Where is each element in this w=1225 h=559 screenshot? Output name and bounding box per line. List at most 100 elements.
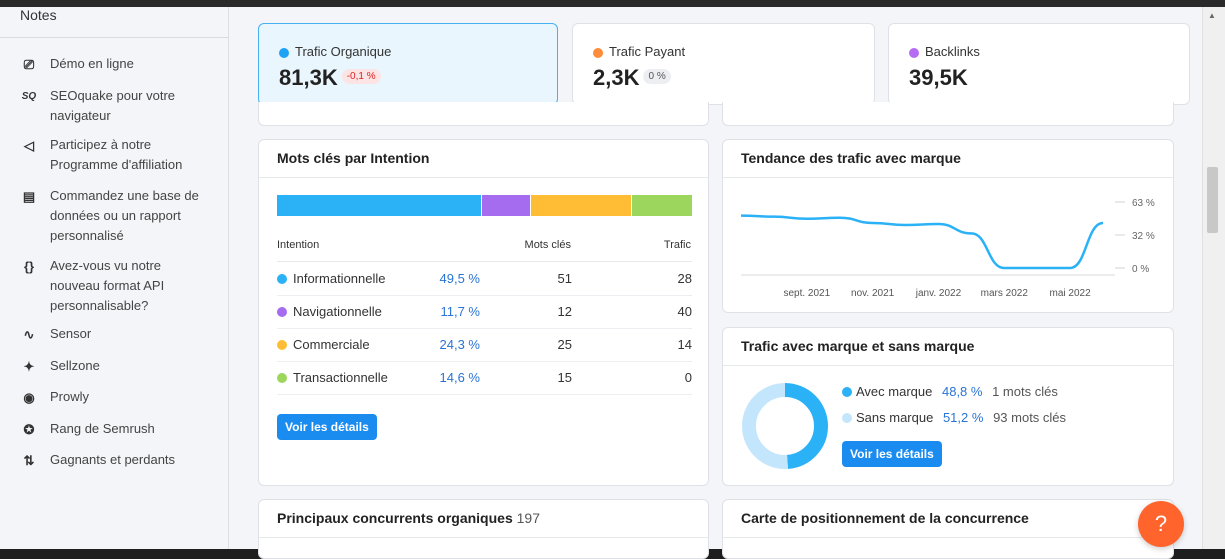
branded-split-card: Trafic avec marque et sans marque Avec m…: [722, 327, 1174, 486]
scroll-up-arrow-icon[interactable]: ▲: [1208, 11, 1216, 20]
table-row: Informationnelle 49,5 % 51 28: [277, 262, 692, 296]
metric-value: 2,3K: [593, 65, 640, 90]
seoquake-icon: SQ: [21, 91, 37, 102]
trend-series-line[interactable]: [740, 214, 1104, 270]
sidebar-notes-heading[interactable]: Notes: [20, 7, 57, 23]
sensor-icon: ∿: [23, 327, 35, 342]
positioning-card-title: Carte de positionnement de la concurrenc…: [741, 510, 1029, 526]
intent-traffic: 28: [677, 271, 692, 286]
legend-item-nonbranded: Sans marque 51,2 % 93 mots clés: [842, 410, 1066, 425]
intent-percent[interactable]: 14,6 %: [440, 370, 480, 385]
sidebar-divider: [0, 37, 228, 38]
x-tick-label: mars 2022: [981, 288, 1029, 299]
intent-name: Navigationnelle: [277, 304, 382, 319]
intent-keywords[interactable]: 25: [558, 337, 572, 352]
intent-keywords[interactable]: 12: [558, 304, 572, 319]
trend-line-chart: 63 % 32 % 0 % sept. 2021 nov. 2021 janv. 2022…: [740, 198, 1155, 299]
metric-value: 39,5K: [909, 65, 968, 90]
intent-bar-segment[interactable]: [631, 195, 692, 216]
positioning-card: Carte de positionnement de la concurrenc…: [722, 499, 1174, 559]
metric-card-paid-traffic[interactable]: Trafic Payant 2,3K 0 %: [572, 23, 875, 105]
sidebar: Notes ⎚ Démo en ligne SQ SEOquake pour votr…: [0, 7, 229, 549]
intent-details-button[interactable]: Voir les détails: [277, 414, 377, 440]
intent-keywords[interactable]: 51: [558, 271, 572, 286]
metric-label: Trafic Payant: [609, 44, 686, 59]
report-icon: ▤: [22, 189, 36, 204]
intent-card-title: Mots clés par Intention: [277, 150, 430, 166]
intent-dot-icon: [277, 373, 287, 383]
scrollbar-thumb[interactable]: [1207, 167, 1218, 233]
intent-label: Navigationnelle: [293, 304, 382, 319]
intent-bar-segment[interactable]: [530, 195, 631, 216]
intent-name: Transactionnelle: [277, 370, 388, 385]
metric-label: Trafic Organique: [295, 44, 392, 59]
intent-label: Transactionnelle: [293, 370, 388, 385]
legend-percent[interactable]: 48,8 %: [942, 384, 982, 399]
table-row: Transactionnelle 14,6 % 15 0: [277, 361, 692, 395]
main-content: Trafic Organique 81,3K -0,1 % Trafic Paya…: [229, 7, 1202, 559]
affiliate-icon: ◁: [24, 138, 34, 153]
table-row: Navigationnelle 11,7 % 12 40: [277, 295, 692, 329]
legend-keywords: 93 mots clés: [993, 410, 1067, 425]
branded-card-title: Trafic avec marque et sans marque: [741, 338, 975, 354]
intent-traffic: 0: [684, 370, 692, 385]
card-header-divider: [259, 177, 708, 178]
intent-header-keywords: Mots clés: [524, 239, 571, 251]
x-tick-label: janv. 2022: [915, 288, 962, 299]
sidebar-item-label: Participez à notre Programme d'affiliati…: [50, 137, 183, 172]
sellzone-icon: ✦: [23, 359, 35, 374]
sidebar-item-label: SEOquake pour votre navigateur: [50, 88, 176, 123]
intent-label: Commerciale: [293, 337, 370, 352]
card-header-divider: [259, 537, 708, 538]
nonbranded-dot-icon: [842, 413, 852, 423]
sidebar-item-label: Rang de Semrush: [50, 421, 155, 436]
metric-card-organic-traffic[interactable]: Trafic Organique 81,3K -0,1 %: [258, 23, 558, 105]
intent-name: Informationnelle: [277, 271, 386, 286]
sidebar-item-label: Gagnants et perdants: [50, 452, 176, 467]
intent-dot-icon: [277, 307, 287, 317]
intent-percent[interactable]: 11,7 %: [440, 304, 480, 319]
trend-card-title: Tendance des trafic avec marque: [741, 150, 961, 166]
competitors-card: Principaux concurrents organiques 197: [258, 499, 709, 559]
sidebar-item-label: Avez-vous vu notre nouveau format API pe…: [50, 258, 165, 313]
change-badge: -0,1 %: [341, 68, 381, 84]
branded-donut-chart: [742, 383, 828, 469]
metric-label: Backlinks: [925, 44, 980, 59]
intent-stacked-bar: [277, 195, 692, 216]
window-top-edge: [0, 0, 1225, 7]
intent-bar-segment[interactable]: [277, 195, 481, 216]
paid-dot-icon: [593, 47, 603, 58]
intent-percent[interactable]: 24,3 %: [440, 337, 480, 352]
main-scrollbar[interactable]: ▲: [1202, 7, 1225, 549]
competitors-card-title: Principaux concurrents organiques: [277, 510, 513, 526]
previous-card-bottom-left: [258, 102, 709, 126]
card-header-divider: [723, 177, 1173, 178]
x-tick-label: sept. 2021: [783, 288, 830, 299]
intent-bar-segment[interactable]: [481, 195, 530, 216]
demo-icon: ⎚: [23, 57, 35, 72]
rank-icon: ✪: [23, 422, 35, 437]
legend-percent[interactable]: 51,2 %: [943, 410, 983, 425]
intent-card: Mots clés par Intention Intention Mots c…: [258, 139, 709, 486]
intent-percent[interactable]: 49,5 %: [440, 271, 480, 286]
previous-card-bottom-right: [722, 102, 1174, 126]
intent-keywords[interactable]: 15: [558, 370, 572, 385]
intent-dot-icon: [277, 274, 287, 284]
app-window: Notes ⎚ Démo en ligne SQ SEOquake pour votr…: [0, 0, 1225, 559]
sidebar-item-label: Prowly: [50, 389, 90, 404]
legend-item-branded: Avec marque 48,8 % 1 mots clés: [842, 384, 1058, 399]
intent-header-traffic: Trafic: [663, 239, 691, 251]
legend-label: Avec marque: [856, 384, 933, 399]
intent-traffic: 14: [677, 337, 692, 352]
help-button[interactable]: ?: [1138, 501, 1184, 547]
metric-card-backlinks[interactable]: Backlinks 39,5K: [888, 23, 1190, 105]
intent-header-intention: Intention: [277, 239, 320, 251]
x-tick-label: nov. 2021: [851, 288, 895, 299]
winners-icon: ⇅: [23, 453, 35, 468]
intent-traffic: 40: [677, 304, 692, 319]
branded-details-button[interactable]: Voir les détails: [842, 441, 942, 467]
table-row: Commerciale 24,3 % 25 14: [277, 328, 692, 362]
backlinks-dot-icon: [909, 47, 919, 58]
legend-label: Sans marque: [856, 410, 934, 425]
sidebar-item-label: Sensor: [50, 326, 92, 341]
